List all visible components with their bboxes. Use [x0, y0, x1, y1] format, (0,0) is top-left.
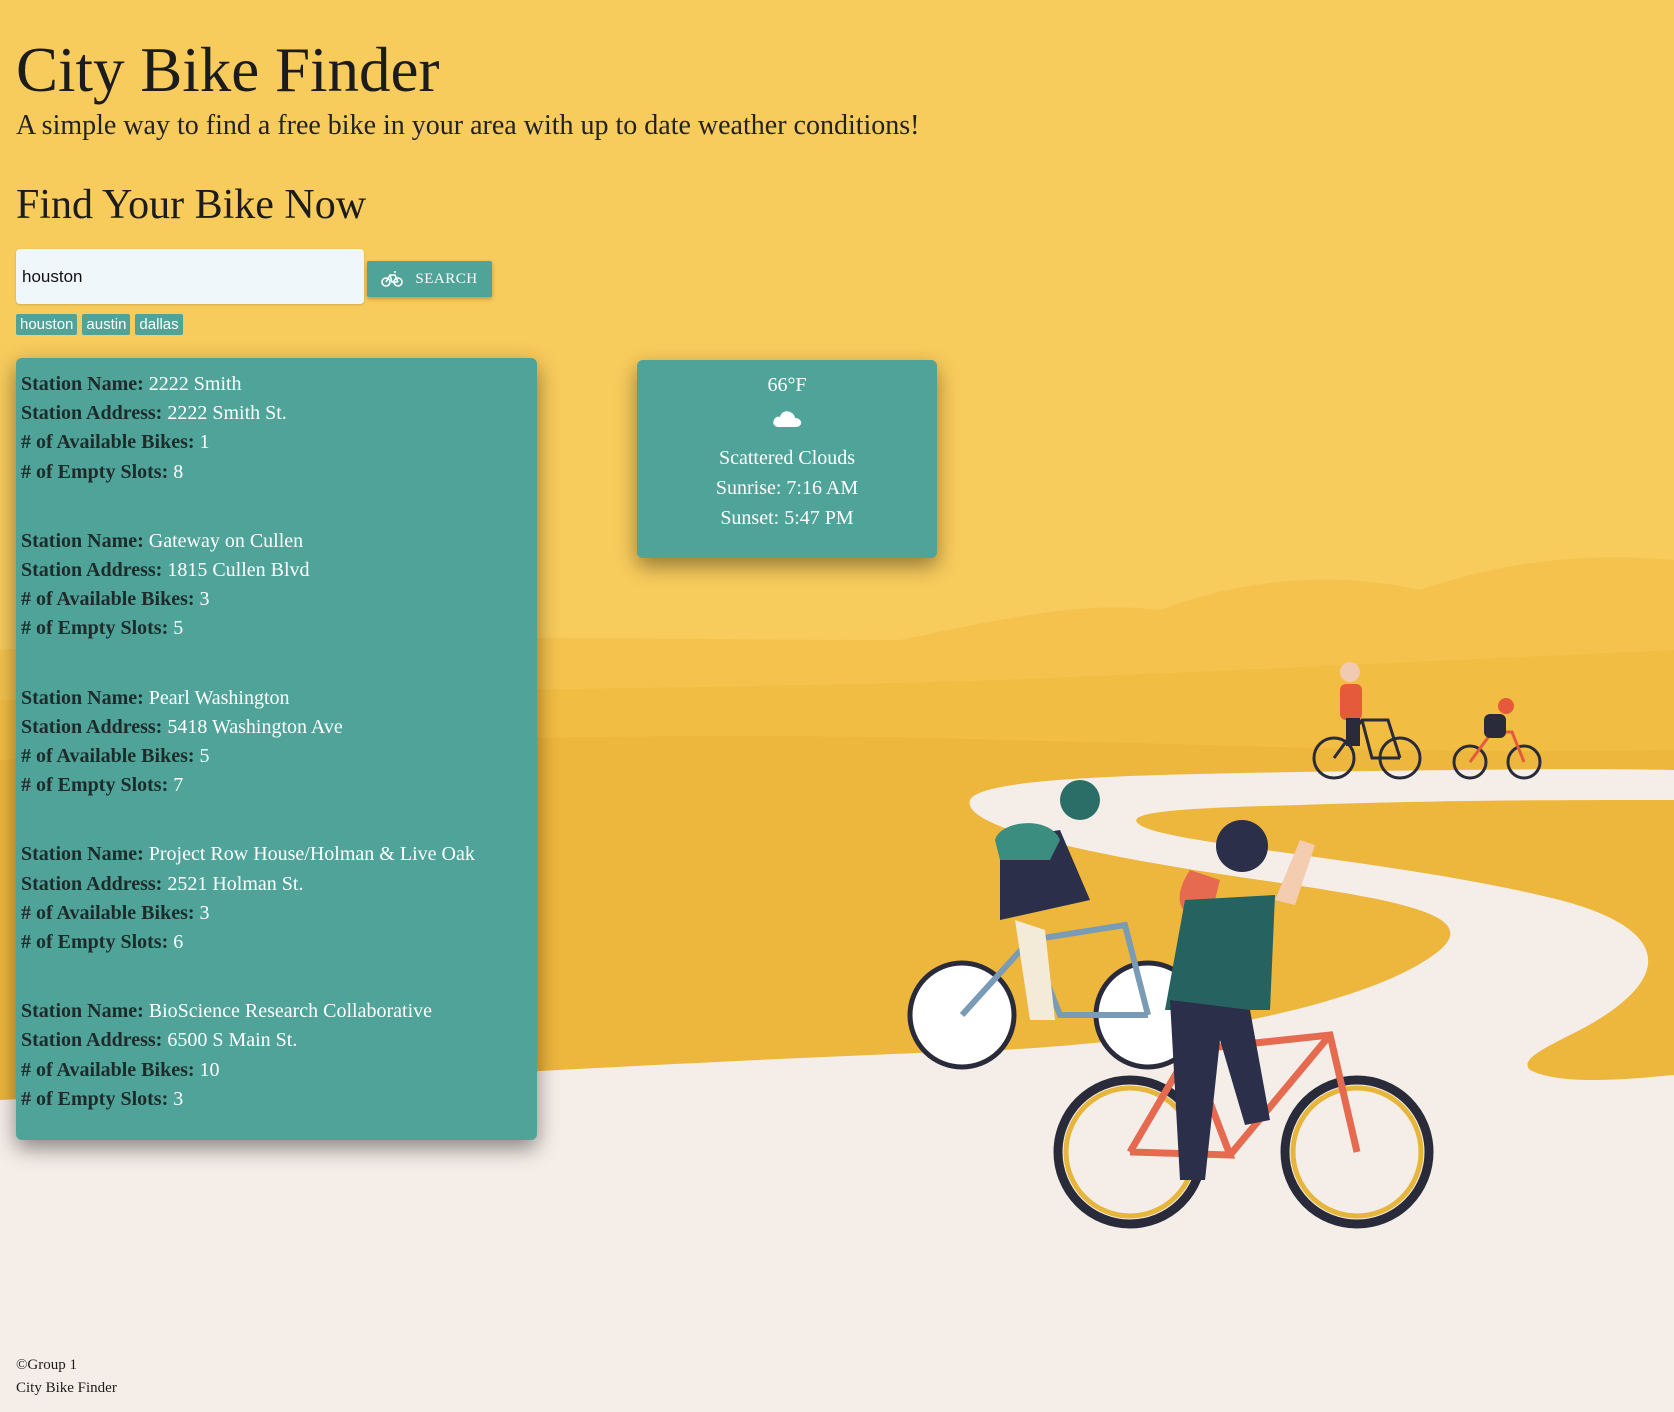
- search-history: houston austin dallas: [16, 314, 183, 335]
- station-card: Station Name: 2222 Smith Station Address…: [21, 370, 532, 487]
- empty-slots-label: # of Empty Slots:: [21, 1087, 169, 1110]
- available-bikes-label: # of Available Bikes:: [21, 1058, 195, 1081]
- bike-icon: [381, 270, 404, 288]
- station-list: Station Name: 2222 Smith Station Address…: [16, 358, 537, 1140]
- search-button-label: SEARCH: [415, 270, 478, 287]
- station-address-label: Station Address:: [21, 402, 163, 425]
- empty-slots: 5: [173, 617, 184, 640]
- city-search-input[interactable]: [16, 249, 364, 304]
- station-name-label: Station Name:: [21, 686, 144, 709]
- empty-slots-label: # of Empty Slots:: [21, 460, 169, 483]
- station-card: Station Name: Gateway on Cullen Station …: [21, 527, 532, 644]
- page: City Bike Finder A simple way to find a …: [0, 0, 1674, 1412]
- weather-card: 66°F Scattered Clouds Sunrise: 7:16 AM S…: [637, 360, 937, 558]
- station-name: 2222 Smith: [148, 373, 242, 395]
- station-name-label: Station Name:: [21, 373, 144, 395]
- station-card: Station Name: Pearl Washington Station A…: [21, 684, 532, 801]
- available-bikes-label: # of Available Bikes:: [21, 745, 195, 768]
- sunset-time: Sunset: 5:47 PM: [720, 507, 854, 529]
- search-button[interactable]: SEARCH: [367, 261, 492, 297]
- available-bikes: 3: [199, 588, 210, 611]
- station-address: 6500 S Main St.: [167, 1029, 298, 1052]
- empty-slots: 8: [173, 460, 184, 483]
- station-address-label: Station Address:: [21, 715, 163, 738]
- empty-slots: 3: [173, 1087, 184, 1110]
- station-name-label: Station Name:: [21, 843, 144, 866]
- available-bikes-label: # of Available Bikes:: [21, 901, 195, 924]
- station-card: Station Name: Project Row House/Holman &…: [21, 840, 532, 957]
- station-name-label: Station Name:: [21, 1000, 144, 1023]
- empty-slots-label: # of Empty Slots:: [21, 774, 169, 797]
- cloud-icon: [771, 407, 803, 435]
- available-bikes: 1: [199, 431, 210, 454]
- empty-slots: 7: [173, 774, 184, 797]
- station-card: Station Name: BioScience Research Collab…: [21, 997, 532, 1114]
- available-bikes-label: # of Available Bikes:: [21, 588, 195, 611]
- available-bikes-label: # of Available Bikes:: [21, 431, 195, 454]
- station-name: Project Row House/Holman & Live Oak: [148, 843, 475, 866]
- empty-slots: 6: [173, 931, 184, 954]
- footer-copyright: ©Group 1: [16, 1357, 77, 1373]
- weather-temperature: 66°F: [767, 374, 807, 396]
- history-chip-austin[interactable]: austin: [82, 314, 131, 335]
- station-address: 1815 Cullen Blvd: [167, 559, 310, 582]
- footer: ©Group 1 City Bike Finder: [16, 1354, 117, 1400]
- empty-slots-label: # of Empty Slots:: [21, 931, 169, 954]
- weather-description: Scattered Clouds: [718, 447, 856, 469]
- page-title: City Bike Finder: [16, 35, 440, 105]
- station-address-label: Station Address:: [21, 1029, 163, 1052]
- available-bikes: 3: [199, 901, 210, 924]
- station-name: Pearl Washington: [148, 686, 290, 709]
- station-name: BioScience Research Collaborative: [148, 1000, 432, 1023]
- footer-app-name: City Bike Finder: [16, 1380, 117, 1396]
- empty-slots-label: # of Empty Slots:: [21, 617, 169, 640]
- history-chip-dallas[interactable]: dallas: [135, 314, 183, 335]
- station-address: 2222 Smith St.: [167, 402, 287, 425]
- station-name: Gateway on Cullen: [148, 529, 304, 552]
- station-address-label: Station Address:: [21, 872, 163, 895]
- history-chip-houston[interactable]: houston: [16, 314, 78, 335]
- station-name-label: Station Name:: [21, 529, 144, 552]
- sunrise-time: Sunrise: 7:16 AM: [715, 477, 859, 499]
- page-subtitle: A simple way to find a free bike in your…: [16, 110, 920, 141]
- search-heading: Find Your Bike Now: [16, 182, 367, 228]
- available-bikes: 10: [199, 1058, 220, 1081]
- station-address: 2521 Holman St.: [167, 872, 304, 895]
- station-address: 5418 Washington Ave: [167, 715, 343, 738]
- available-bikes: 5: [199, 745, 210, 768]
- station-address-label: Station Address:: [21, 559, 163, 582]
